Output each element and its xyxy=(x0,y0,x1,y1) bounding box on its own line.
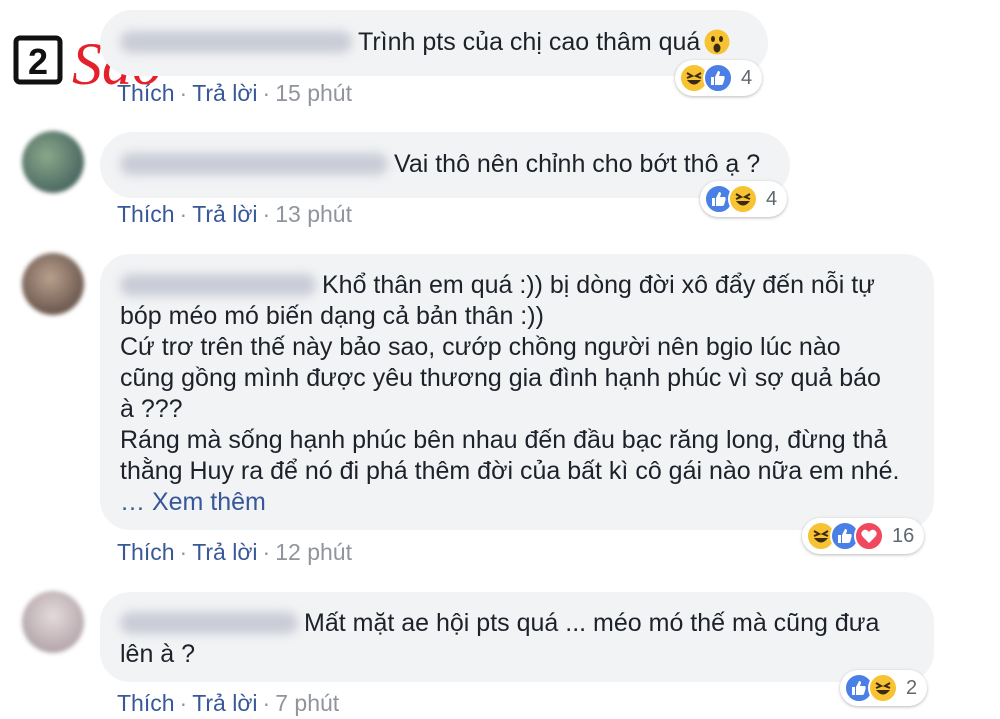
reactions-summary[interactable]: 2 xyxy=(840,670,928,706)
comment-text-line: Khổ thân em quá :)) bị dòng đời xô đẩy đ… xyxy=(322,271,875,299)
separator-dot: · xyxy=(179,690,188,716)
comment-actions: Thích · Trả lời · 15 phút xyxy=(117,79,352,107)
comment-text-line: cũng gồng mình được yêu thương gia đình … xyxy=(120,364,881,392)
blurred-author-name[interactable] xyxy=(120,31,352,53)
like-link[interactable]: Thích xyxy=(117,539,175,565)
haha-reaction-icon xyxy=(868,673,898,703)
comment-bubble: Mất mặt ae hội pts quá ... méo mó thế mà… xyxy=(100,592,934,682)
comment-actions: Thích · Trả lời · 7 phút xyxy=(117,689,339,717)
like-link[interactable]: Thích xyxy=(117,80,175,106)
comment-text-line: à ??? xyxy=(120,395,183,423)
separator-dot: · xyxy=(179,80,188,106)
reply-link[interactable]: Trả lời xyxy=(192,539,257,565)
reaction-count: 16 xyxy=(892,524,915,547)
reactions-summary[interactable]: 4 xyxy=(700,181,788,217)
reply-link[interactable]: Trả lời xyxy=(192,690,257,716)
comment-text: Vai thô nên chỉnh cho bớt thô ạ ? xyxy=(394,150,761,178)
blurred-author-name[interactable] xyxy=(120,612,298,634)
comment-bubble: Khổ thân em quá :)) bị dòng đời xô đẩy đ… xyxy=(100,254,934,530)
comment-actions: Thích · Trả lời · 13 phút xyxy=(117,200,352,228)
avatar[interactable] xyxy=(22,253,84,315)
comment-bubble: Vai thô nên chỉnh cho bớt thô ạ ? xyxy=(100,132,790,198)
comment-text-line: thằng Huy ra để nó đi phá thêm đời của b… xyxy=(120,457,900,485)
reactions-summary[interactable]: 16 xyxy=(802,518,925,554)
haha-reaction-icon xyxy=(728,184,758,214)
separator-dot: · xyxy=(262,201,271,227)
comment-bubble: Trình pts của chị cao thâm quá xyxy=(100,10,768,76)
separator-dot: · xyxy=(262,539,271,565)
reaction-count: 2 xyxy=(906,676,918,699)
comment-text-line: Mất mặt ae hội pts quá ... méo mó thế mà… xyxy=(304,609,880,637)
blurred-author-name[interactable] xyxy=(120,274,316,296)
comment-text-line: Ráng mà sống hạnh phúc bên nhau đến đầu … xyxy=(120,426,888,454)
wow-emoji-icon xyxy=(704,29,730,63)
separator-dot: · xyxy=(262,690,271,716)
comment-text: Trình pts của chị cao thâm quá xyxy=(358,28,701,56)
reaction-count: 4 xyxy=(741,66,753,89)
comment-text-line: bóp méo mó biến dạng cả bản thân :)) xyxy=(120,302,544,330)
like-link[interactable]: Thích xyxy=(117,690,175,716)
separator-dot: · xyxy=(179,539,188,565)
see-more-link[interactable]: … Xem thêm xyxy=(120,487,914,518)
avatar[interactable] xyxy=(22,591,84,653)
comment-timestamp[interactable]: 13 phút xyxy=(275,201,352,227)
reply-link[interactable]: Trả lời xyxy=(192,80,257,106)
logo-number: 2 xyxy=(28,41,48,82)
separator-dot: · xyxy=(179,201,188,227)
love-reaction-icon xyxy=(854,521,884,551)
like-link[interactable]: Thích xyxy=(117,201,175,227)
reactions-summary[interactable]: 4 xyxy=(675,60,763,96)
comment-text-line: Cứ trơ trên thế này bảo sao, cướp chồng … xyxy=(120,333,841,361)
comment-timestamp[interactable]: 7 phút xyxy=(275,690,339,716)
blurred-author-name[interactable] xyxy=(120,153,388,175)
separator-dot: · xyxy=(262,80,271,106)
comment-actions: Thích · Trả lời · 12 phút xyxy=(117,538,352,566)
comment-text-line: lên à ? xyxy=(120,640,196,668)
comment-timestamp[interactable]: 12 phút xyxy=(275,539,352,565)
avatar[interactable] xyxy=(22,131,84,193)
comment-timestamp[interactable]: 15 phút xyxy=(275,80,352,106)
reaction-count: 4 xyxy=(766,187,778,210)
like-reaction-icon xyxy=(703,63,733,93)
reply-link[interactable]: Trả lời xyxy=(192,201,257,227)
